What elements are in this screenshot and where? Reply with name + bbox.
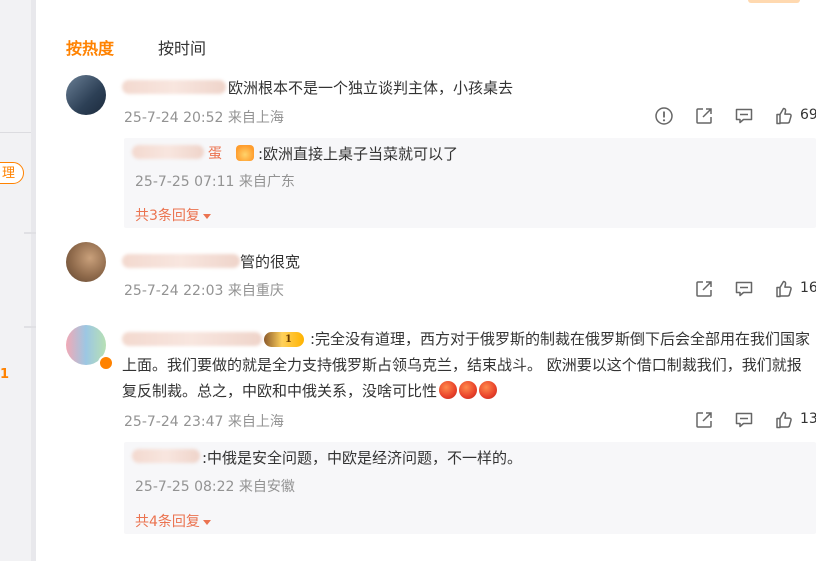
sidebar-divider [0, 132, 31, 133]
like-icon[interactable] [772, 408, 796, 432]
comment-actions: 13 [692, 408, 816, 432]
report-icon[interactable] [652, 104, 676, 128]
comment-time: 25-7-24 22:03 [124, 283, 224, 299]
comment-time: 25-7-24 20:52 [124, 110, 224, 126]
reply-time: 25-7-25 07:11 [135, 174, 235, 190]
tab-sort-by-hot[interactable]: 按热度 [66, 35, 114, 59]
comment-actions: 16 [692, 277, 816, 301]
crown-badge-icon [236, 145, 254, 161]
like-count: 16 [800, 280, 816, 296]
share-icon[interactable] [692, 277, 716, 301]
like-icon[interactable] [772, 104, 796, 128]
comment-meta: 25-7-24 23:47 来自上海 [124, 411, 284, 431]
scroll-rail[interactable] [31, 0, 36, 561]
comment-location: 来自重庆 [227, 283, 284, 299]
comment-location: 来自上海 [227, 414, 284, 430]
sidebar-pill-button[interactable]: 理 [0, 162, 24, 184]
share-icon[interactable] [692, 104, 716, 128]
username-blurred[interactable] [122, 254, 240, 268]
angry-face-emoji-icon [459, 381, 478, 399]
reply-box: :中俄是安全问题，中欧是经济问题，不一样的。 25-7-25 08:22 来自安… [124, 442, 816, 534]
comment-icon[interactable] [732, 104, 756, 128]
like-count: 69 [800, 107, 816, 123]
avatar[interactable] [66, 242, 106, 282]
reply-username-blurred[interactable] [132, 145, 204, 159]
reply-username-tail[interactable]: 蛋 [208, 143, 222, 163]
comment-time: 25-7-24 23:47 [124, 414, 224, 430]
reply-meta: 25-7-25 07:11 来自广东 [135, 171, 295, 191]
sidebar-count-mark: 1 [0, 367, 10, 382]
comment-icon[interactable] [732, 408, 756, 432]
comment-icon[interactable] [732, 277, 756, 301]
comment-meta: 25-7-24 22:03 来自重庆 [124, 280, 284, 300]
share-icon[interactable] [692, 408, 716, 432]
caret-down-icon [202, 213, 211, 219]
more-replies-label: 共4条回复 [135, 514, 200, 530]
more-replies-link[interactable]: 共4条回复 [135, 511, 211, 531]
comment-meta: 25-7-24 20:52 来自上海 [124, 107, 284, 127]
more-replies-label: 共3条回复 [135, 208, 200, 224]
tab-sort-by-time[interactable]: 按时间 [158, 35, 206, 59]
caret-down-icon [202, 519, 211, 525]
reply-box: 蛋 :欧洲直接上桌子当菜就可以了 25-7-25 07:11 来自广东 共3条回… [124, 138, 816, 228]
reply-location: 来自安徽 [238, 479, 295, 495]
top-accent-strip [748, 0, 800, 3]
more-replies-link[interactable]: 共3条回复 [135, 205, 211, 225]
reply-location: 来自广东 [238, 174, 295, 190]
reply-time: 25-7-25 08:22 [135, 479, 235, 495]
reply-username-blurred[interactable] [132, 449, 200, 463]
reply-text: :欧洲直接上桌子当菜就可以了 [258, 145, 459, 163]
angry-face-emoji-icon [439, 381, 458, 399]
comment-text: 管的很宽 [240, 253, 301, 271]
avatar[interactable] [66, 75, 106, 115]
left-sidebar: 理 1 [0, 0, 36, 561]
angry-face-emoji-icon [479, 381, 498, 399]
comment-actions: 69 [652, 104, 816, 128]
reply-text: :中俄是安全问题，中欧是经济问题，不一样的。 [202, 449, 523, 467]
comment-location: 来自上海 [227, 110, 284, 126]
username-blurred[interactable] [122, 80, 226, 94]
sidebar-separator [24, 326, 36, 328]
like-icon[interactable] [772, 277, 796, 301]
comment-text: 欧洲根本不是一个独立谈判主体，小孩桌去 [228, 79, 514, 97]
like-count: 13 [800, 411, 816, 427]
sidebar-separator [24, 232, 36, 234]
verified-badge-icon [98, 355, 114, 371]
reply-meta: 25-7-25 08:22 来自安徽 [135, 476, 295, 496]
